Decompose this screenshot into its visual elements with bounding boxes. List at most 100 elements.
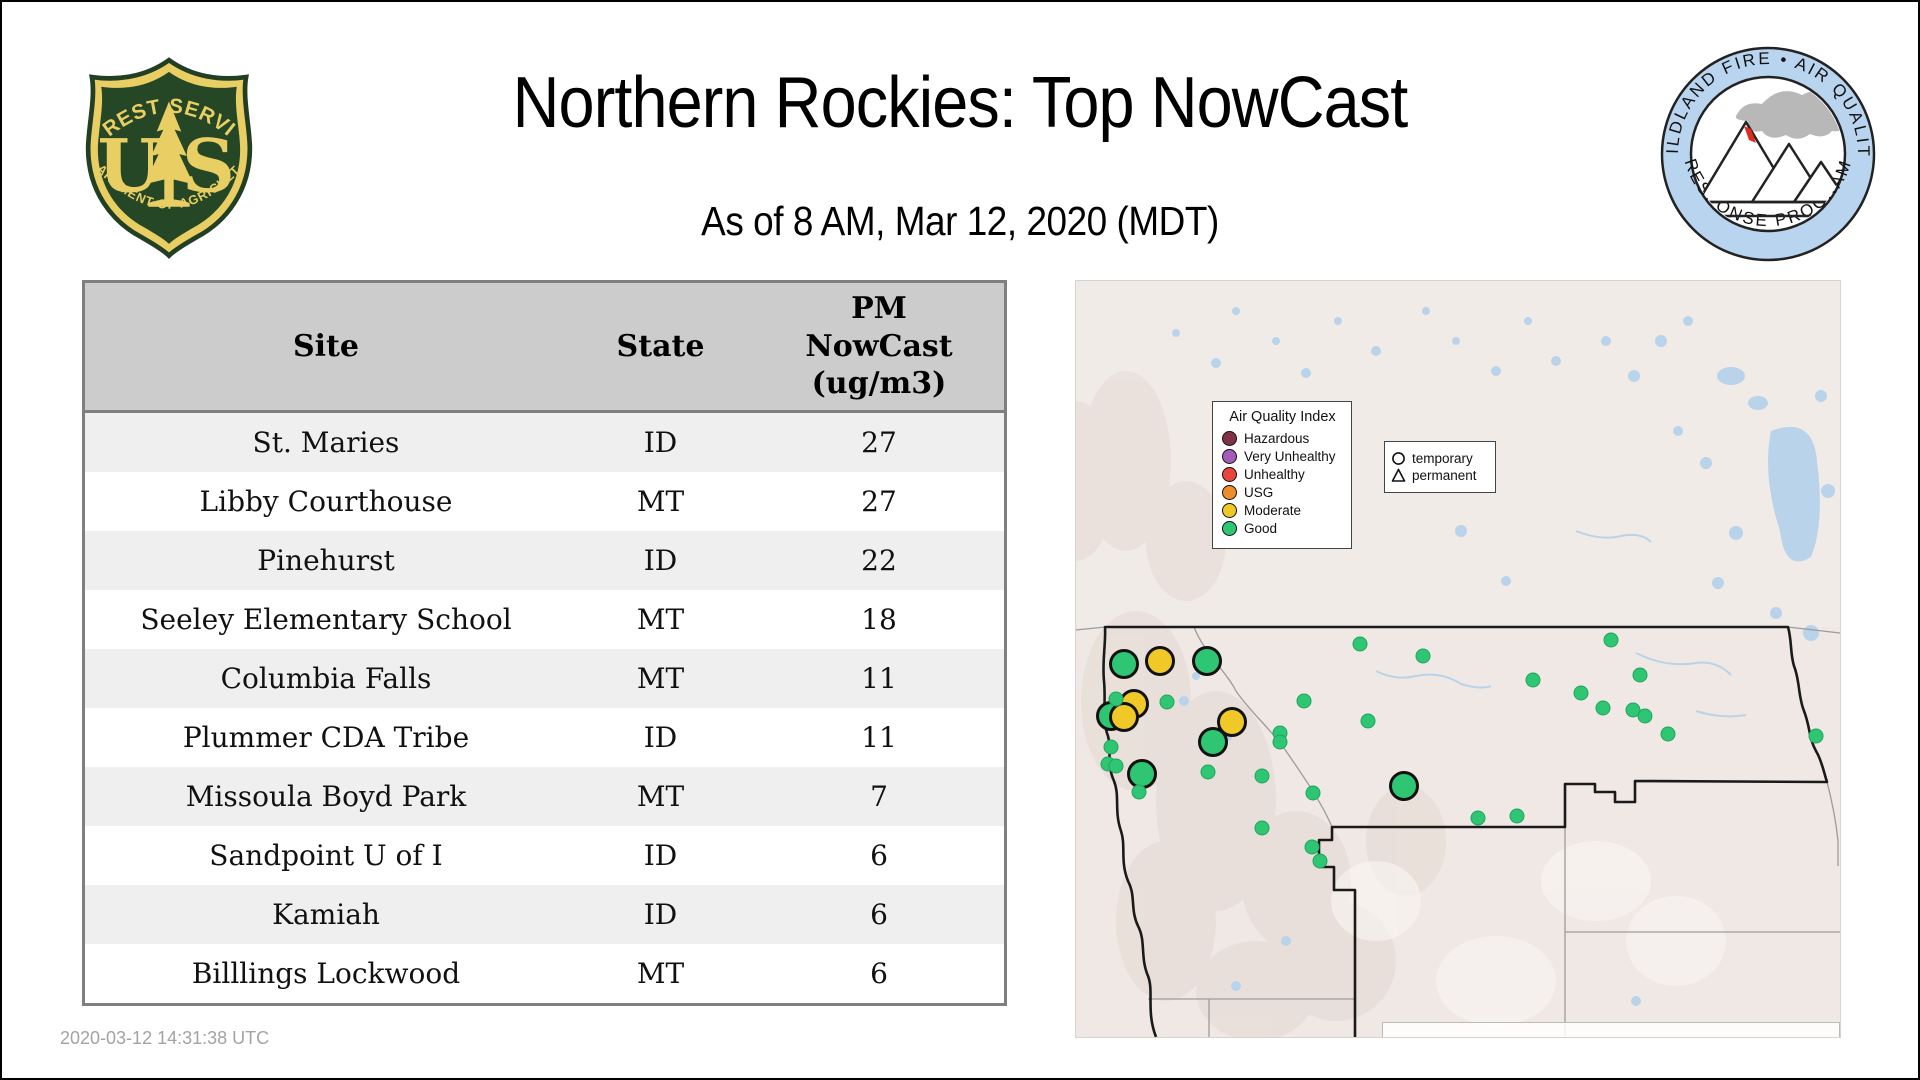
usfs-letter-u: U — [98, 124, 162, 210]
table-row: Missoula Boyd Park MT 7 — [83, 767, 1006, 826]
monitor-marker-small-good — [1312, 853, 1328, 869]
table-row: Sandpoint U of I ID 6 — [83, 826, 1006, 885]
monitor-marker-large-moderate — [1109, 702, 1140, 733]
forest-service-logo-icon: FOREST SERVICE DEPARTMENT OF AGRICULTURE… — [75, 48, 253, 259]
monitor-marker-large-good — [1388, 771, 1419, 801]
aqi-legend-item: Moderate — [1222, 503, 1343, 518]
column-header-state: State — [567, 281, 754, 413]
monitor-marker-small-good — [1632, 667, 1648, 683]
site-cell: Billlings Lockwood — [83, 944, 567, 1005]
monitor-marker-small-good — [1509, 808, 1525, 824]
site-cell: Pinehurst — [83, 531, 567, 590]
aqi-legend: Air Quality Index Hazardous Very Unhealth… — [1212, 401, 1352, 549]
table-row: Plummer CDA Tribe ID 11 — [83, 708, 1006, 767]
value-cell: 27 — [754, 411, 1006, 472]
aqi-legend-item: Good — [1222, 521, 1343, 536]
monitor-marker-small-good — [1573, 685, 1589, 701]
state-cell: MT — [567, 767, 754, 826]
site-cell: Columbia Falls — [83, 649, 567, 708]
state-cell: MT — [567, 649, 754, 708]
monitor-marker-small-good — [1108, 691, 1124, 707]
monitor-marker-small-good — [1108, 758, 1124, 774]
state-cell: MT — [567, 472, 754, 531]
aqi-legend-label: Unhealthy — [1244, 467, 1305, 482]
site-cell: Plummer CDA Tribe — [83, 708, 567, 767]
table-row: Columbia Falls MT 11 — [83, 649, 1006, 708]
state-cell: ID — [567, 826, 754, 885]
monitor-marker-small-good — [1603, 632, 1619, 648]
state-cell: MT — [567, 944, 754, 1005]
aqi-color-dot-icon — [1222, 449, 1237, 464]
monitor-marker-small-good — [1808, 728, 1824, 744]
aqi-legend-label: Good — [1244, 521, 1278, 536]
permanent-label: permanent — [1412, 468, 1477, 483]
permanent-monitor-icon — [1391, 468, 1406, 482]
table-row: Libby Courthouse MT 27 — [83, 472, 1006, 531]
basemap — [1076, 281, 1840, 1037]
column-header-pm-nowcast: PM NowCast (ug/m3) — [754, 281, 1006, 413]
wfaqrp-logo-icon: WILDLAND FIRE • AIR QUALITY RESPONSE PRO… — [1658, 44, 1876, 262]
aqi-color-dot-icon — [1222, 503, 1237, 518]
monitor-marker-small-good — [1159, 694, 1175, 710]
map-attribution-strip — [1381, 1022, 1840, 1037]
site-cell: St. Maries — [83, 411, 567, 472]
table-header-row: Site State PM NowCast (ug/m3) — [83, 281, 1006, 413]
usfs-letter-s: S — [182, 124, 235, 210]
monitor-marker-small-good — [1272, 734, 1288, 750]
temporary-label: temporary — [1412, 451, 1473, 466]
map-panel: Air Quality Index Hazardous Very Unhealth… — [1075, 280, 1841, 1038]
state-cell: ID — [567, 708, 754, 767]
aqi-legend-label: Very Unhealthy — [1244, 449, 1336, 464]
monitor-marker-small-good — [1296, 693, 1312, 709]
value-cell: 11 — [754, 708, 1006, 767]
monitor-marker-small-good — [1525, 672, 1541, 688]
aqi-legend-title: Air Quality Index — [1229, 409, 1336, 425]
site-cell: Sandpoint U of I — [83, 826, 567, 885]
table-row: Kamiah ID 6 — [83, 885, 1006, 944]
value-cell: 11 — [754, 649, 1006, 708]
table-row: Pinehurst ID 22 — [83, 531, 1006, 590]
aqi-legend-item: USG — [1222, 485, 1343, 500]
monitor-marker-small-good — [1637, 708, 1653, 724]
monitor-marker-small-good — [1415, 648, 1431, 664]
page-title: Northern Rockies: Top NowCast — [512, 63, 1409, 143]
monitor-marker-small-good — [1200, 764, 1216, 780]
monitor-marker-small-good — [1103, 739, 1119, 755]
state-cell: ID — [567, 885, 754, 944]
site-cell: Kamiah — [83, 885, 567, 944]
monitor-marker-small-good — [1360, 713, 1376, 729]
aqi-legend-item: Very Unhealthy — [1222, 449, 1343, 464]
monitor-marker-small-good — [1595, 700, 1611, 716]
value-cell: 7 — [754, 767, 1006, 826]
nowcast-table: Site State PM NowCast (ug/m3) St. Maries… — [82, 280, 1007, 1006]
aqi-legend-label: USG — [1244, 485, 1274, 500]
table-row: St. Maries ID 27 — [83, 411, 1006, 472]
aqi-color-dot-icon — [1222, 485, 1237, 500]
state-cell: ID — [567, 411, 754, 472]
aqi-legend-label: Moderate — [1244, 503, 1302, 518]
value-cell: 6 — [754, 944, 1006, 1005]
table-row: Billlings Lockwood MT 6 — [83, 944, 1006, 1005]
state-cell: MT — [567, 590, 754, 649]
state-cell: ID — [567, 531, 754, 590]
monitor-marker-large-moderate — [1145, 646, 1176, 677]
value-cell: 6 — [754, 826, 1006, 885]
monitor-marker-large-good — [1197, 727, 1228, 758]
aqi-color-dot-icon — [1222, 431, 1237, 446]
table-row: Seeley Elementary School MT 18 — [83, 590, 1006, 649]
column-header-site: Site — [83, 281, 567, 413]
monitor-marker-small-good — [1352, 636, 1368, 652]
monitor-marker-large-good — [1191, 646, 1222, 677]
monitor-marker-small-good — [1254, 820, 1270, 836]
aqi-legend-label: Hazardous — [1244, 431, 1310, 446]
monitor-marker-small-good — [1254, 768, 1270, 784]
value-cell: 27 — [754, 472, 1006, 531]
generated-timestamp: 2020-03-12 14:31:38 UTC — [60, 1028, 270, 1048]
monitor-marker-large-good — [1109, 649, 1140, 680]
aqi-color-dot-icon — [1222, 521, 1237, 536]
monitor-marker-small-good — [1470, 810, 1486, 826]
monitor-marker-small-good — [1660, 726, 1676, 742]
site-cell: Libby Courthouse — [83, 472, 567, 531]
value-cell: 18 — [754, 590, 1006, 649]
value-cell: 22 — [754, 531, 1006, 590]
